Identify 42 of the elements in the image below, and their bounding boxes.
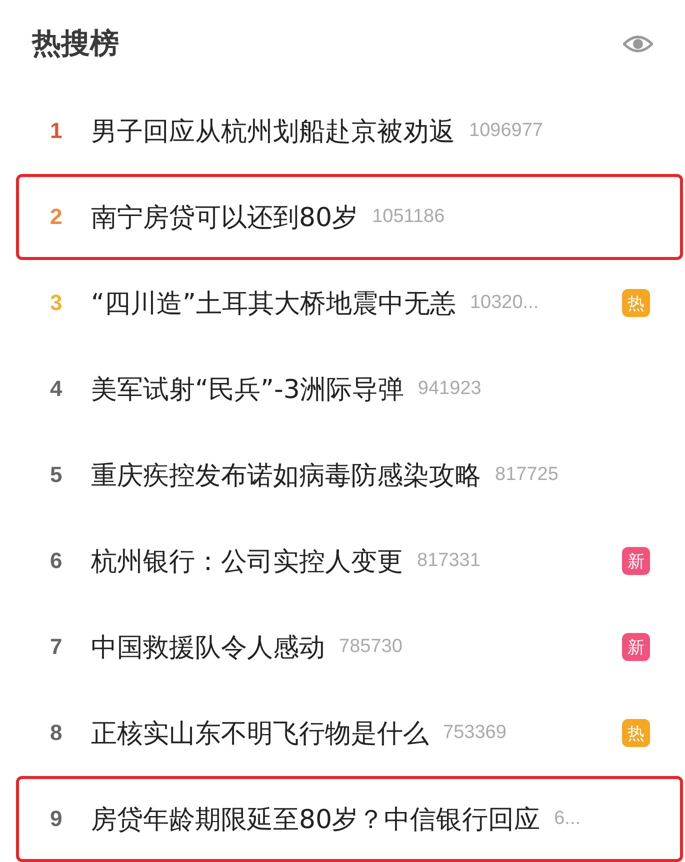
rank-number: 6 <box>50 548 64 574</box>
heat-count: 785730 <box>339 636 402 658</box>
heat-count: 817331 <box>417 550 480 572</box>
heat-count: 6... <box>554 808 580 830</box>
topic-title: “四川造”土耳其大桥地震中无恙 <box>91 288 456 320</box>
rank-number: 9 <box>50 806 64 832</box>
hot-tag: 热 <box>622 719 650 747</box>
topic-title: 房贷年龄期限延至80岁？中信银行回应 <box>91 804 540 836</box>
topic-title: 中国救援队令人感动 <box>91 632 325 664</box>
list-row[interactable]: 1 男子回应从杭州划船赴京被劝返 1096977 <box>16 88 683 174</box>
heat-count: 1051186 <box>372 206 445 228</box>
rank-number: 5 <box>50 462 64 488</box>
new-tag: 新 <box>622 547 650 575</box>
eye-icon[interactable] <box>623 34 653 54</box>
list-row[interactable]: 6 杭州银行：公司实控人变更 817331 新 <box>16 518 683 604</box>
heat-count: 941923 <box>418 378 482 400</box>
rank-number: 2 <box>50 204 64 230</box>
rank-number: 7 <box>50 634 64 660</box>
heat-count: 1096977 <box>469 120 543 142</box>
list-row[interactable]: 5 重庆疾控发布诺如病毒防感染攻略 817725 <box>16 432 683 518</box>
hot-tag: 热 <box>622 289 650 317</box>
rank-number: 8 <box>50 720 64 746</box>
heat-count: 753369 <box>443 722 506 744</box>
list-row[interactable]: 7 中国救援队令人感动 785730 新 <box>16 604 683 690</box>
list-row[interactable]: 8 正核实山东不明飞行物是什么 753369 热 <box>16 690 683 776</box>
heat-count: 817725 <box>495 464 558 486</box>
rank-number: 1 <box>50 118 64 144</box>
topic-title: 正核实山东不明飞行物是什么 <box>91 718 429 750</box>
topic-title: 美军试射“民兵”-3洲际导弹 <box>91 374 404 406</box>
list-row[interactable]: 4 美军试射“民兵”-3洲际导弹 941923 <box>16 346 683 432</box>
list-row[interactable]: 3 “四川造”土耳其大桥地震中无恙 10320... 热 <box>16 260 683 346</box>
topic-title: 男子回应从杭州划船赴京被劝返 <box>91 116 455 148</box>
heat-count: 10320... <box>470 292 539 314</box>
list-row[interactable]: 9 房贷年龄期限延至80岁？中信银行回应 6... <box>16 776 683 862</box>
list-title: 热搜榜 <box>32 25 119 62</box>
topic-title: 杭州银行：公司实控人变更 <box>91 546 403 578</box>
rank-number: 3 <box>50 290 64 316</box>
topic-title: 南宁房贷可以还到80岁 <box>91 202 358 234</box>
topic-title: 重庆疾控发布诺如病毒防感染攻略 <box>91 460 481 492</box>
rank-number: 4 <box>50 376 64 402</box>
new-tag: 新 <box>622 633 650 661</box>
list-row[interactable]: 2 南宁房贷可以还到80岁 1051186 <box>16 174 683 260</box>
